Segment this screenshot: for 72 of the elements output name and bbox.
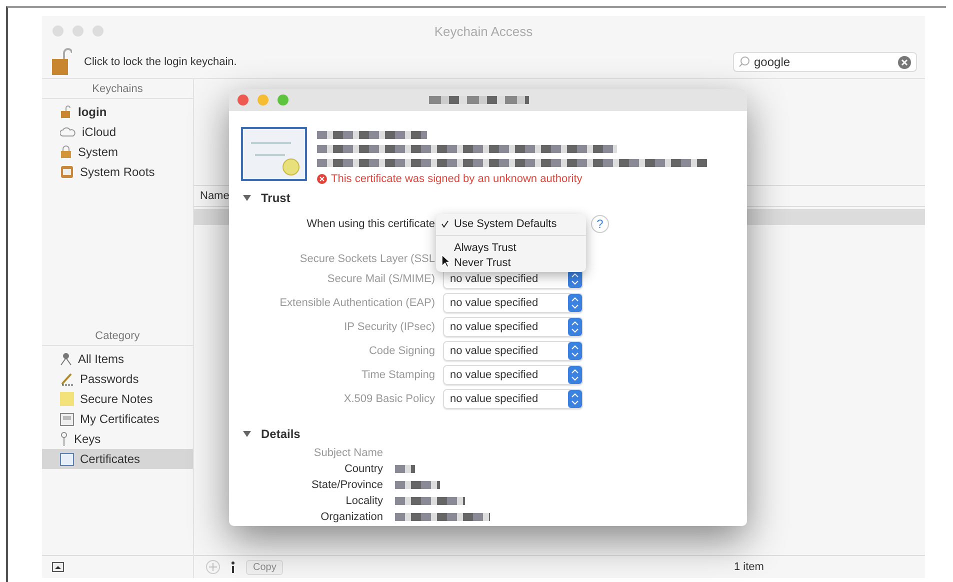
item-count: 1 item <box>734 561 764 573</box>
padlock-icon <box>60 145 72 159</box>
people-icon <box>60 352 72 366</box>
cabinet-icon <box>60 165 74 179</box>
field-label: Code Signing <box>368 345 435 357</box>
field-label: When using this certificate <box>306 218 435 230</box>
column-header[interactable]: Name <box>200 190 230 202</box>
field-label: State/Province <box>310 479 383 491</box>
redacted-text <box>395 497 465 505</box>
field-label: Extensible Authentication (EAP) <box>278 297 435 309</box>
disclosure-down-icon[interactable] <box>243 194 251 202</box>
keychain-item[interactable]: System <box>42 142 193 162</box>
disclosure-down-icon[interactable] <box>243 430 251 438</box>
subject-name-header: Subject Name <box>312 447 383 459</box>
field-label: Secure Sockets Layer (SSL <box>298 253 435 265</box>
category-header: Category <box>42 326 193 346</box>
show-panel-button[interactable] <box>52 562 64 572</box>
open-padlock-icon[interactable] <box>52 47 72 77</box>
cloud-icon <box>60 127 76 137</box>
cursor-icon <box>441 254 451 268</box>
stepper-icon <box>568 342 582 360</box>
clear-icon[interactable] <box>898 56 911 69</box>
window-controls-icon[interactable] <box>237 94 289 106</box>
field-label: Time Stamping <box>360 369 435 381</box>
help-button[interactable]: ? <box>591 215 609 233</box>
error-icon <box>317 174 327 184</box>
info-button[interactable] <box>230 561 236 573</box>
menu-item[interactable]: Always Trust <box>436 240 586 255</box>
field-label: Organization <box>320 511 383 523</box>
checkmark-icon <box>441 220 449 228</box>
note-icon <box>60 392 74 406</box>
error-message: This certificate was signed by an unknown authority <box>331 173 582 185</box>
padlock-icon <box>60 105 72 119</box>
trust-select[interactable]: no value specified <box>443 293 583 313</box>
section-title: Details <box>261 427 300 441</box>
menu-item[interactable]: Use System Defaults <box>436 216 586 231</box>
field-label: Country <box>343 463 383 475</box>
category-item[interactable]: My Certificates <box>42 409 193 429</box>
window-title: Keychain Access <box>434 24 533 39</box>
certificate-icon <box>241 127 307 181</box>
certificate-icon <box>60 452 74 466</box>
field-label: X.509 Basic Policy <box>342 393 435 405</box>
trust-select[interactable]: no value specified <box>443 389 583 409</box>
certificate-icon <box>60 412 74 426</box>
keychain-item[interactable]: login <box>42 102 193 122</box>
trust-select[interactable]: no value specified <box>443 317 583 337</box>
pen-icon <box>60 372 74 386</box>
keychain-item[interactable]: System Roots <box>42 162 193 182</box>
search-field[interactable]: google <box>733 52 917 72</box>
category-item[interactable]: All Items <box>42 349 193 369</box>
keychains-header: Keychains <box>42 79 193 99</box>
lock-status-text: Click to lock the login keychain. <box>84 56 238 68</box>
category-item[interactable]: Secure Notes <box>42 389 193 409</box>
stepper-icon <box>568 366 582 384</box>
stepper-icon <box>568 294 582 312</box>
menu-item[interactable]: Never Trust <box>436 255 586 270</box>
trust-select[interactable]: no value specified <box>443 341 583 361</box>
category-item[interactable]: Keys <box>42 429 193 449</box>
field-label: Locality <box>344 495 383 507</box>
key-icon <box>60 432 68 446</box>
stepper-icon <box>568 390 582 408</box>
field-label: Secure Mail (S/MIME) <box>326 273 435 285</box>
search-icon <box>739 56 750 67</box>
redacted-text <box>395 465 415 473</box>
redacted-text <box>395 481 440 489</box>
field-label: IP Security (IPsec) <box>343 321 435 333</box>
keychain-item[interactable]: iCloud <box>42 122 193 142</box>
category-item[interactable]: Passwords <box>42 369 193 389</box>
stepper-icon <box>568 318 582 336</box>
section-title: Trust <box>261 191 290 205</box>
trust-select[interactable]: no value specified <box>443 365 583 385</box>
category-item[interactable]: Certificates <box>42 449 193 469</box>
